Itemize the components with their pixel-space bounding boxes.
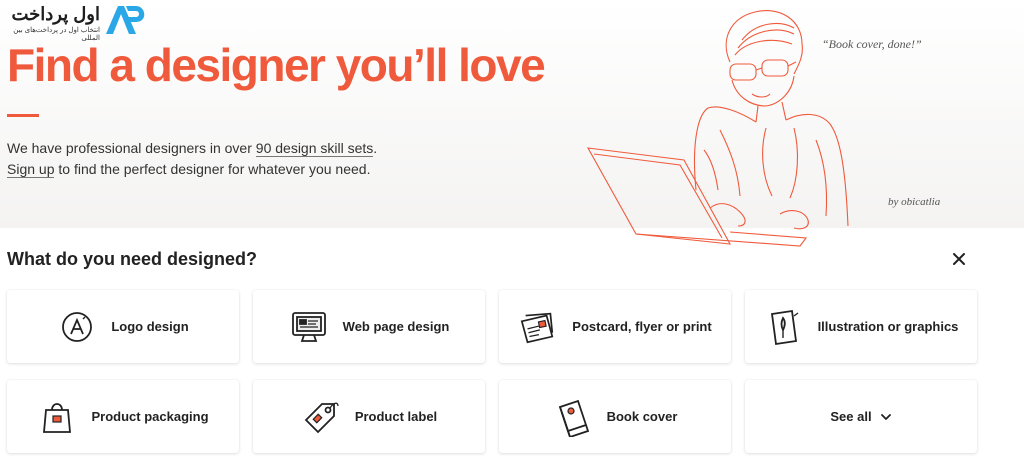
see-all-label: See all — [830, 409, 872, 424]
category-label: Web page design — [342, 319, 450, 334]
design-skills-link[interactable]: 90 design skill sets — [255, 140, 374, 157]
close-button[interactable] — [948, 248, 970, 270]
category-book-cover[interactable]: Book cover — [499, 380, 731, 453]
sign-up-link[interactable]: Sign up — [7, 161, 55, 178]
illustration-icon — [764, 307, 804, 347]
hero-line1-suffix: . — [373, 140, 378, 156]
category-illustration-graphics[interactable]: Illustration or graphics — [745, 290, 977, 363]
brand-logo-icon — [106, 6, 145, 34]
category-product-packaging[interactable]: Product packaging — [7, 380, 239, 453]
see-all-button[interactable]: See all — [745, 380, 977, 453]
category-label: Book cover — [606, 409, 678, 424]
brand-name: اول پرداخت — [11, 4, 100, 24]
postcard-icon — [518, 307, 558, 347]
category-web-page-design[interactable]: Web page design — [253, 290, 485, 363]
bag-icon — [37, 397, 77, 437]
hero-section: اول پرداخت انتخاب اول در پرداخت‌های بین … — [0, 0, 1024, 247]
hero-description: We have professional designers in over 9… — [7, 138, 387, 180]
brand[interactable]: اول پرداخت انتخاب اول در پرداخت‌های بین … — [4, 2, 154, 42]
close-icon — [953, 253, 965, 265]
category-label: Product packaging — [91, 409, 209, 424]
hero-title: Find a designer you’ll love — [7, 39, 546, 91]
hero-line1-prefix: We have professional designers in over — [7, 140, 256, 156]
category-postcard-flyer-print[interactable]: Postcard, flyer or print — [499, 290, 731, 363]
book-icon — [553, 397, 593, 437]
category-logo-design[interactable]: Logo design — [7, 290, 239, 363]
hero-line2-suffix: to find the perfect designer for whateve… — [54, 161, 371, 177]
chevron-down-icon — [880, 408, 892, 426]
logo-icon — [57, 307, 97, 347]
illustration-quote: “Book cover, done!” — [822, 37, 922, 51]
category-label: Product label — [354, 409, 438, 424]
category-product-label[interactable]: Product label — [253, 380, 485, 453]
tag-icon — [301, 397, 341, 437]
category-label: Illustration or graphics — [817, 319, 959, 334]
illustration-credit: by obicatlia — [888, 196, 941, 208]
categories-heading: What do you need designed? — [7, 249, 258, 269]
category-label: Postcard, flyer or print — [572, 319, 712, 334]
monitor-icon — [289, 307, 329, 347]
hero-divider — [7, 114, 39, 117]
category-label: Logo design — [111, 319, 189, 334]
